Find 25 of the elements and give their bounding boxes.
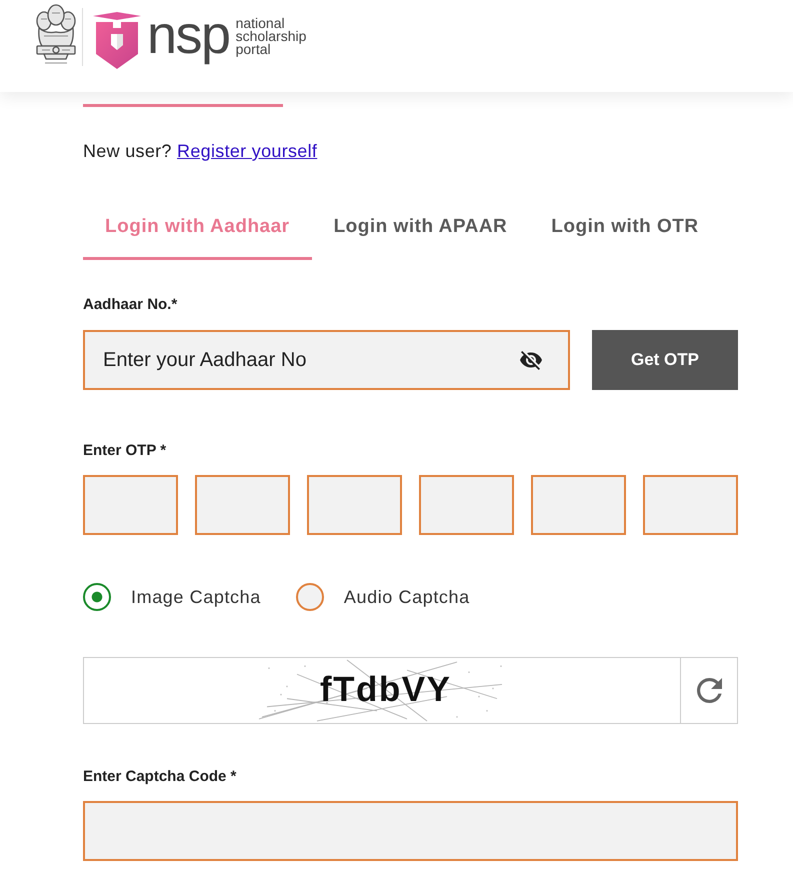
field-label: Enter Captcha Code * [83, 767, 238, 787]
register-link[interactable]: Register yourself [177, 141, 318, 161]
field-label: Enter OTP * [83, 441, 168, 461]
login-tab[interactable]: Login with APAAR [312, 197, 530, 260]
refresh-icon [696, 678, 722, 703]
register-prompt: New user? Register yourself [83, 140, 318, 163]
radio-button[interactable] [296, 583, 324, 611]
captcha-code-input[interactable] [83, 801, 738, 861]
otp-digit-input[interactable] [195, 475, 290, 535]
field-label: Aadhaar No.* [83, 295, 178, 315]
logo-tagline: national scholarship portal [236, 17, 306, 56]
aadhaar-input[interactable]: Enter your Aadhaar No [83, 330, 570, 390]
otp-digit-input[interactable] [531, 475, 626, 535]
otp-digit-input[interactable] [83, 475, 178, 535]
otp-digit-input[interactable] [307, 475, 402, 535]
radio-button[interactable] [83, 583, 111, 611]
logo-wordmark: nsp [147, 8, 230, 62]
login-tab[interactable]: Login with OTR [529, 197, 721, 260]
get-otp-button[interactable]: Get OTP [592, 330, 738, 390]
radio-label[interactable]: Audio Captcha [344, 585, 470, 609]
otp-digit-input[interactable] [419, 475, 514, 535]
eye-slash-icon[interactable] [520, 351, 542, 370]
otp-digit-input[interactable] [643, 475, 738, 535]
radio-label[interactable]: Image Captcha [131, 585, 261, 609]
captcha-text: fTdbVY [320, 670, 452, 710]
